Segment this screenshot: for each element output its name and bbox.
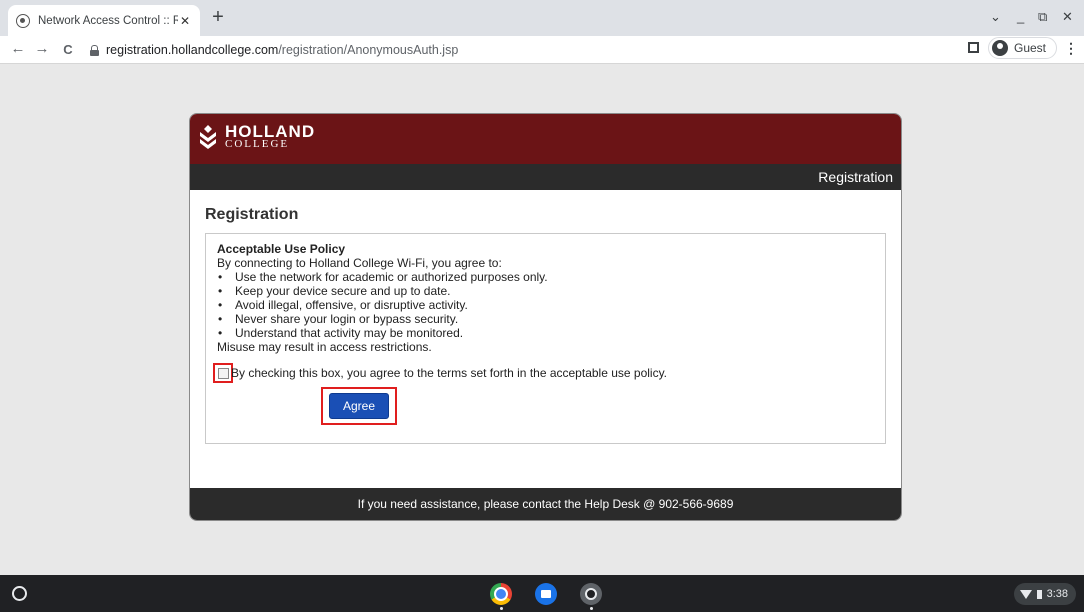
checkbox-highlight [213,363,233,383]
profile-label: Guest [1014,41,1047,55]
avatar-icon [992,40,1008,56]
reload-button[interactable]: C [58,42,78,57]
back-button[interactable]: ← [8,40,28,57]
globe-icon [16,13,30,28]
card-body: Registration Acceptable Use Policy By co… [190,190,901,490]
url-path: /registration/AnonymousAuth.jsp [278,43,459,57]
policy-closing: Misuse may result in access restrictions… [217,340,432,354]
tab-close-icon[interactable]: ✕ [178,14,192,28]
list-item: Understand that activity may be monitore… [217,326,874,340]
clock: 3:38 [1046,588,1068,600]
registration-bar: Registration [190,164,901,190]
browser-toolbar: ← → C registration.hollandcollege.com/re… [0,36,1084,64]
profile-button[interactable]: Guest [988,37,1058,59]
holland-college-logo: HOLLAND COLLEGE [199,122,316,150]
wheat-logo-icon [200,125,216,149]
list-item: Never share your login or bypass securit… [217,312,874,326]
chrome-icon[interactable] [490,583,512,605]
policy-intro: By connecting to Holland College Wi-Fi, … [217,256,502,270]
list-item: Avoid illegal, offensive, or disruptive … [217,298,874,312]
new-tab-button[interactable]: + [206,6,230,30]
policy-title: Acceptable Use Policy [217,242,346,256]
close-window-button[interactable]: ✕ [1062,9,1073,25]
tab-strip: Network Access Control :: Regist ✕ + ⌄ _… [0,0,1084,36]
running-indicator [500,607,503,610]
minimize-button[interactable]: _ [1017,9,1024,24]
list-item: Use the network for academic or authoriz… [217,270,874,284]
logo-name: HOLLAND [225,122,316,141]
tab-search-icon[interactable]: ⌄ [990,9,1001,25]
files-icon[interactable] [535,583,557,605]
agreement-row: By checking this box, you agree to the t… [213,363,874,383]
settings-icon[interactable] [580,583,602,605]
help-footer: If you need assistance, please contact t… [190,488,901,520]
wifi-icon [1019,589,1032,599]
browser-tab[interactable]: Network Access Control :: Regist ✕ [8,5,200,36]
agree-checkbox[interactable] [217,367,229,379]
status-tray[interactable]: 3:38 [1014,583,1076,605]
list-item: Keep your device secure and up to date. [217,284,874,298]
agree-button[interactable]: Agree [329,393,389,419]
url-host: registration.hollandcollege.com [106,43,279,57]
registration-card: HOLLAND COLLEGE Registration Registratio… [189,113,902,521]
card-header: HOLLAND COLLEGE [190,114,901,164]
running-indicator [590,607,593,610]
policy-list: Use the network for academic or authoriz… [217,270,874,340]
forward-button[interactable]: → [32,40,52,57]
browser-menu-icon[interactable]: ⋮ [1064,40,1078,57]
os-shelf: 3:38 [0,575,1084,612]
agree-button-highlight: Agree [321,387,397,425]
page-title: Registration [205,206,299,223]
launcher-icon[interactable] [12,586,27,601]
restore-button[interactable]: ⧉ [1038,9,1047,25]
battery-icon [1036,589,1042,599]
lock-icon [90,44,99,56]
checkbox-label: By checking this box, you agree to the t… [231,366,668,380]
side-panel-icon[interactable] [968,42,979,53]
address-bar[interactable]: registration.hollandcollege.com/registra… [90,38,960,62]
policy-box: Acceptable Use Policy By connecting to H… [205,233,886,444]
tab-title: Network Access Control :: Regist [38,14,178,27]
